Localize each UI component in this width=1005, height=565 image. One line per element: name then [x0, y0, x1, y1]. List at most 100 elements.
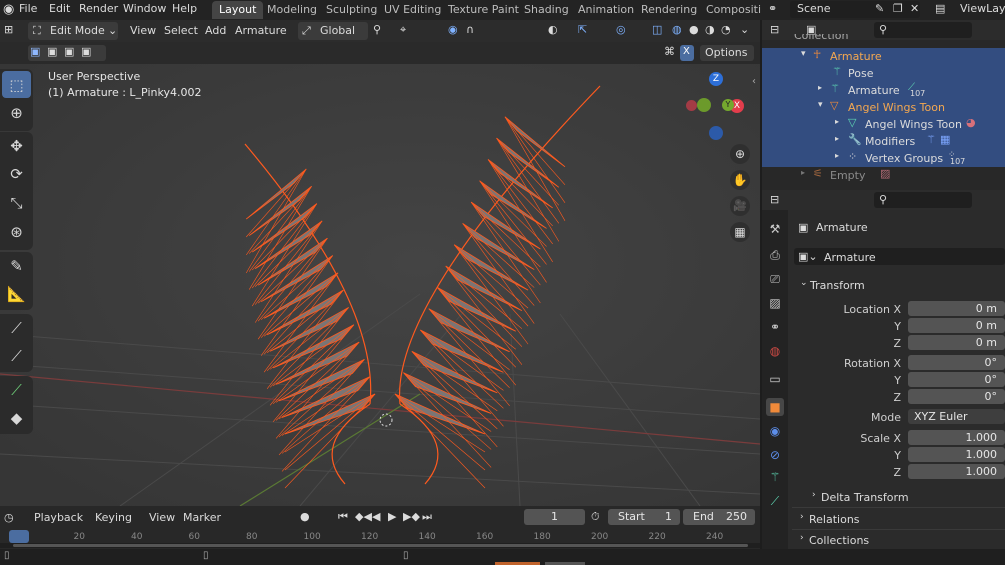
- select-box-tool[interactable]: ⬚: [2, 71, 31, 98]
- outliner-row-vertex-groups[interactable]: ▸ ⁘ Vertex Groups ⁘ 107: [762, 150, 1005, 167]
- tab-sculpting[interactable]: Sculpting: [319, 1, 384, 19]
- tab-uv-editing[interactable]: UV Editing: [377, 1, 448, 19]
- tab-layout[interactable]: Layout: [212, 1, 264, 19]
- chevron-right-icon[interactable]: ›: [800, 512, 804, 522]
- gizmo-neg-y[interactable]: [697, 98, 711, 112]
- viewlayer-name[interactable]: ViewLaye: [960, 2, 1005, 15]
- location-y-field[interactable]: 0 m: [908, 318, 1005, 333]
- bone-envelope-tool[interactable]: ⟋: [2, 342, 31, 369]
- material-shading-icon[interactable]: ◑: [705, 23, 715, 36]
- tab-animation[interactable]: Animation: [571, 1, 641, 19]
- output-tab-icon[interactable]: ⎚: [766, 270, 784, 288]
- record-icon[interactable]: ●: [300, 510, 310, 523]
- falloff-icon[interactable]: ∩: [466, 23, 474, 36]
- viewlayer-icon[interactable]: ▤: [935, 2, 945, 15]
- current-frame-field[interactable]: 1: [524, 509, 585, 525]
- chevron-right-icon[interactable]: ›: [812, 490, 816, 500]
- xray-icon[interactable]: ◫: [652, 23, 662, 36]
- transform-section-label[interactable]: Transform: [810, 279, 865, 292]
- menu-view[interactable]: View: [130, 24, 156, 37]
- mirror-icon[interactable]: ⌘: [664, 45, 675, 58]
- rendered-shading-icon[interactable]: ◔: [721, 23, 731, 36]
- menu-window[interactable]: Window: [123, 2, 166, 15]
- blender-logo-icon[interactable]: ◉: [3, 2, 14, 17]
- chevron-right-icon[interactable]: ›: [800, 533, 804, 543]
- menu-help[interactable]: Help: [172, 2, 197, 15]
- rotation-z-field[interactable]: 0°: [908, 389, 1005, 404]
- shading-options-icon[interactable]: ⌄: [740, 23, 749, 36]
- prev-keyframe-icon[interactable]: ◆◀: [355, 510, 372, 523]
- outliner-row-mesh-data[interactable]: ▸ ▽ Angel Wings Toon ◕: [762, 116, 1005, 133]
- armature-data-tab-icon[interactable]: ⚚: [766, 468, 784, 486]
- snap-icon[interactable]: ⌖: [400, 23, 406, 37]
- timeline-scrollbar[interactable]: [13, 544, 748, 547]
- menu-render[interactable]: Render: [79, 2, 118, 15]
- perspective-grid-icon[interactable]: ▦: [730, 222, 750, 242]
- outliner-row-modifiers[interactable]: ▸ 🔧 Modifiers ⚚ ▦: [762, 133, 1005, 150]
- wireframe-shading-icon[interactable]: ◍: [672, 23, 682, 36]
- world-tab-icon[interactable]: ◍: [766, 342, 784, 360]
- tab-rendering[interactable]: Rendering: [634, 1, 704, 19]
- outliner-row-pose[interactable]: ⚚ Pose: [762, 65, 1005, 82]
- scale-y-field[interactable]: 1.000: [908, 447, 1005, 462]
- tab-texture-paint[interactable]: Texture Paint: [441, 1, 526, 19]
- timeline-editor-icon[interactable]: ◷: [4, 511, 14, 524]
- select-extend-icon[interactable]: ▣: [47, 45, 57, 58]
- outliner-row-armature[interactable]: ▾ ☥ Armature: [762, 48, 1005, 65]
- camera-icon[interactable]: 🎥: [730, 196, 750, 216]
- menu-edit[interactable]: Edit: [49, 2, 70, 15]
- end-frame-field[interactable]: End 250: [683, 509, 755, 525]
- outliner-row-armature-data[interactable]: ▸ ⚚ Armature ⟋ 107: [762, 82, 1005, 99]
- tab-shading[interactable]: Shading: [517, 1, 576, 19]
- physics-tab-icon[interactable]: ◉: [766, 422, 784, 440]
- tool-tab-icon[interactable]: ⚒: [766, 220, 784, 238]
- tab-modeling[interactable]: Modeling: [260, 1, 324, 19]
- object-name-field[interactable]: Armature: [824, 251, 876, 264]
- location-z-field[interactable]: 0 m: [908, 335, 1005, 350]
- menu-select[interactable]: Select: [164, 24, 198, 37]
- render-tab-icon[interactable]: ⎙: [766, 246, 784, 264]
- start-frame-field[interactable]: Start 1: [608, 509, 680, 525]
- sidebar-toggle-icon[interactable]: ‹: [752, 76, 756, 87]
- properties-search-icon[interactable]: ⚲: [879, 193, 887, 206]
- pan-hand-icon[interactable]: ✋: [730, 170, 750, 190]
- chevron-down-icon[interactable]: ⌄: [800, 278, 808, 288]
- copy-icon[interactable]: ❐: [893, 2, 903, 15]
- marker-menu[interactable]: Marker: [183, 511, 221, 524]
- play-reverse-icon[interactable]: ◀: [372, 510, 380, 523]
- scale-z-field[interactable]: 1.000: [908, 464, 1005, 479]
- pivot-icon[interactable]: ⚲: [373, 23, 381, 36]
- rotation-mode-dropdown[interactable]: XYZ Euler: [908, 409, 1005, 424]
- constraints-tab-icon[interactable]: ⊘: [766, 446, 784, 464]
- zoom-icon[interactable]: ⊕: [730, 144, 750, 164]
- rotation-y-field[interactable]: 0°: [908, 372, 1005, 387]
- gizmo-y-axis[interactable]: Y: [722, 99, 734, 111]
- mirror-x-toggle[interactable]: X: [683, 46, 690, 57]
- overlay-icon[interactable]: ◎: [616, 23, 626, 36]
- object-tab-icon[interactable]: ■: [766, 398, 784, 416]
- extrude-tool[interactable]: ⟋: [2, 376, 31, 403]
- delta-transform-section[interactable]: Delta Transform: [821, 491, 909, 504]
- select-invert-icon[interactable]: ▣: [81, 45, 91, 58]
- stopwatch-icon[interactable]: ⏱: [591, 510, 600, 524]
- menu-armature[interactable]: Armature: [235, 24, 287, 37]
- playhead[interactable]: [9, 530, 29, 543]
- menu-file[interactable]: File: [19, 2, 37, 15]
- timeline-view-menu[interactable]: View: [149, 511, 175, 524]
- jump-end-icon[interactable]: ⏭: [422, 510, 432, 524]
- gizmo-neg-x[interactable]: [686, 100, 697, 111]
- location-x-field[interactable]: 0 m: [908, 301, 1005, 316]
- cursor-tool[interactable]: ⊕: [2, 99, 31, 126]
- move-tool[interactable]: ✥: [2, 132, 31, 159]
- scale-tool[interactable]: ⤡: [2, 189, 31, 216]
- outliner-row-angel-wings[interactable]: ▾ ▽ Angel Wings Toon: [762, 99, 1005, 116]
- options-dropdown[interactable]: Options: [705, 46, 747, 59]
- pin-icon[interactable]: ✎: [875, 2, 884, 15]
- solid-shading-icon[interactable]: ●: [689, 23, 699, 36]
- roll-tool[interactable]: ◆: [2, 404, 31, 431]
- outliner-row-empty[interactable]: ▸ ⚟ Empty ▨: [762, 167, 1005, 184]
- outliner-row[interactable]: Collection: [762, 34, 1005, 44]
- select-subtract-icon[interactable]: ▣: [64, 45, 74, 58]
- gizmo-icon[interactable]: ⇱: [578, 23, 587, 36]
- keying-menu[interactable]: Keying: [95, 511, 132, 524]
